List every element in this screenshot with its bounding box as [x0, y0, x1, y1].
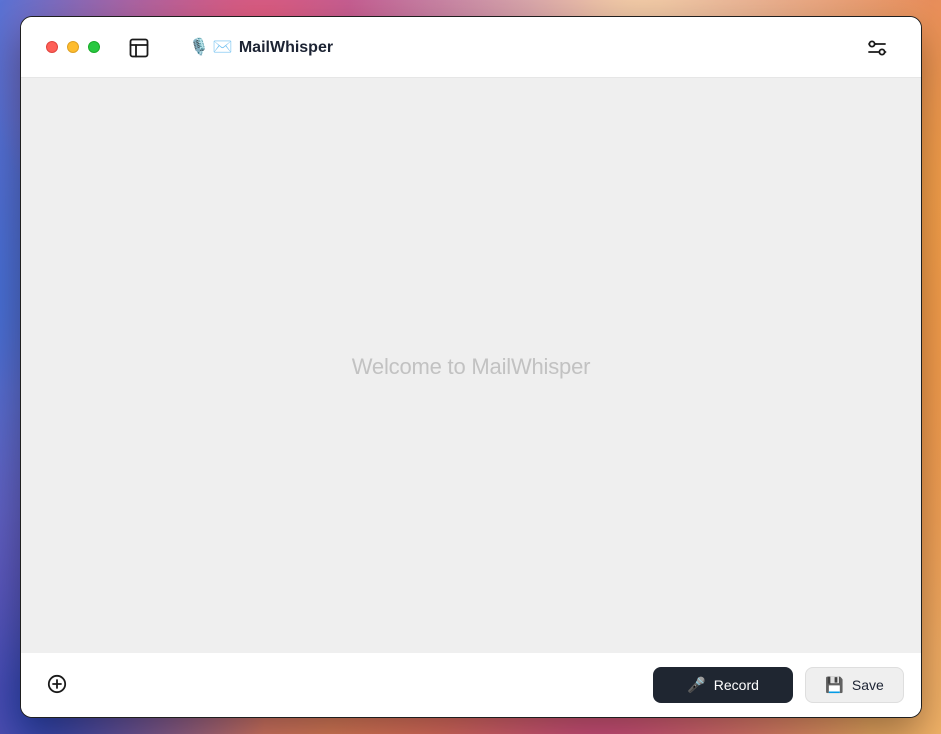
record-button[interactable]: 🎤 Record [653, 667, 793, 703]
microphone-icon: 🎤 [687, 676, 706, 694]
envelope-icon: ✉️ [212, 39, 233, 56]
title-bar: 🎙️ ✉️ MailWhisper [21, 17, 921, 78]
app-title: 🎙️ ✉️ MailWhisper [189, 35, 333, 61]
app-name: MailWhisper [238, 39, 334, 56]
floppy-disk-icon: 💾 [825, 676, 844, 694]
save-button-label: Save [851, 677, 884, 693]
zoom-window-button[interactable] [88, 41, 100, 53]
save-button[interactable]: 💾 Save [805, 667, 904, 703]
minimize-window-button[interactable] [67, 41, 79, 53]
plus-circle-icon[interactable] [46, 673, 68, 695]
record-button-label: Record [713, 677, 759, 693]
sidebar-toggle-icon[interactable] [127, 36, 151, 60]
welcome-text: Welcome to MailWhisper [351, 354, 591, 379]
app-window: 🎙️ ✉️ MailWhisper Welcome to MailWhisper [20, 16, 922, 718]
bottom-toolbar: 🎤 Record 💾 Save [21, 653, 921, 717]
content-area: Welcome to MailWhisper [21, 78, 921, 653]
sliders-icon[interactable] [865, 36, 889, 60]
close-window-button[interactable] [46, 41, 58, 53]
microphone-icon: 🎙️ [189, 39, 209, 56]
